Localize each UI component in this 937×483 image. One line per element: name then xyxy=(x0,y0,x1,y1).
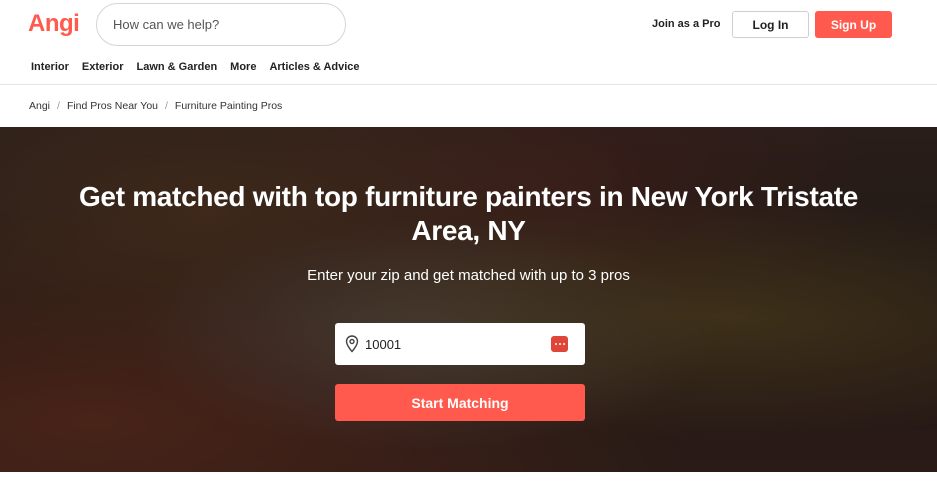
password-manager-icon[interactable] xyxy=(551,336,568,352)
start-matching-button[interactable]: Start Matching xyxy=(335,384,585,421)
signup-button[interactable]: Sign Up xyxy=(815,11,892,38)
join-as-pro-link[interactable]: Join as a Pro xyxy=(652,18,720,30)
hero-section: Get matched with top furniture painters … xyxy=(0,127,937,472)
breadcrumb-item-current[interactable]: Furniture Painting Pros xyxy=(175,100,282,112)
search-input[interactable] xyxy=(97,4,345,45)
nav-item-exterior[interactable]: Exterior xyxy=(82,61,124,73)
map-pin-icon xyxy=(345,335,359,353)
login-button[interactable]: Log In xyxy=(732,11,809,38)
hero-subtitle: Enter your zip and get matched with up t… xyxy=(307,267,630,284)
nav-item-more[interactable]: More xyxy=(230,61,256,73)
search-bar[interactable] xyxy=(96,3,346,46)
hero-title-line-2: Area, NY xyxy=(411,215,526,246)
breadcrumb: Angi / Find Pros Near You / Furniture Pa… xyxy=(29,100,282,112)
angi-logo[interactable]: Angi xyxy=(28,10,80,38)
breadcrumb-separator: / xyxy=(165,100,168,112)
nav-item-articles-advice[interactable]: Articles & Advice xyxy=(269,61,359,73)
zip-field[interactable] xyxy=(335,323,585,365)
breadcrumb-separator: / xyxy=(57,100,60,112)
nav-item-interior[interactable]: Interior xyxy=(31,61,69,73)
nav-item-lawn-garden[interactable]: Lawn & Garden xyxy=(136,61,217,73)
site-header: Angi Join as a Pro Log In Sign Up Interi… xyxy=(0,0,937,85)
zip-input[interactable] xyxy=(365,323,545,365)
breadcrumb-item-find-pros[interactable]: Find Pros Near You xyxy=(67,100,158,112)
hero-title: Get matched with top furniture painters … xyxy=(0,180,937,248)
breadcrumb-item-angi[interactable]: Angi xyxy=(29,100,50,112)
hero-title-line-1: Get matched with top furniture painters … xyxy=(78,181,859,212)
main-nav: Interior Exterior Lawn & Garden More Art… xyxy=(31,61,373,73)
